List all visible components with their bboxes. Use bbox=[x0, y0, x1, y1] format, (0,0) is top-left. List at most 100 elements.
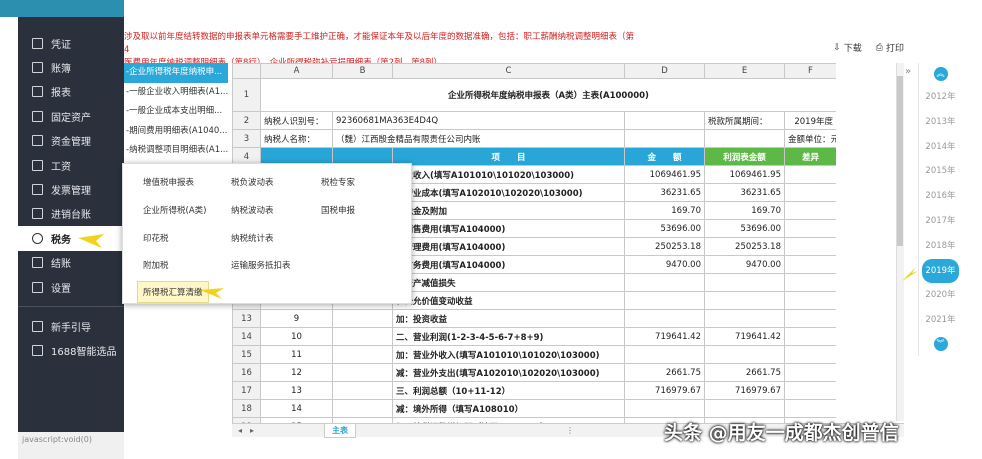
item-cell[interactable]: ：资产减值损失 bbox=[392, 273, 625, 292]
taxpayer-name-value[interactable]: （魏）江西殷金精品有限责任公司内账 bbox=[332, 129, 625, 148]
amount-cell[interactable]: 250253.18 bbox=[624, 237, 705, 256]
tax-menu-item[interactable]: 国税申报 bbox=[321, 204, 355, 216]
amount-cell[interactable]: 1069461.95 bbox=[624, 165, 705, 184]
profit-amount-cell[interactable]: 169.70 bbox=[704, 201, 785, 220]
amount-cell[interactable] bbox=[624, 273, 705, 292]
difference-cell[interactable] bbox=[784, 273, 836, 292]
profit-amount-cell[interactable]: 250253.18 bbox=[704, 237, 785, 256]
item-cell[interactable]: 营业收入(填写A101010\101020\103000) bbox=[392, 165, 625, 184]
item-cell[interactable]: 减：营业外支出(填写A102010\102020\103000) bbox=[392, 363, 625, 382]
next-sheet-icon[interactable]: ▸ bbox=[250, 426, 254, 435]
column-header[interactable]: B bbox=[332, 63, 393, 79]
sidebar-item-10[interactable]: 设置 bbox=[18, 275, 124, 299]
year-item[interactable]: 2012年 bbox=[919, 85, 962, 110]
item-cell[interactable]: 加：投资收益 bbox=[392, 309, 625, 328]
cell-b[interactable] bbox=[332, 309, 393, 328]
item-cell[interactable]: 三、利润总额（10+11-12） bbox=[392, 381, 625, 400]
sidebar-item-2[interactable]: 报表 bbox=[18, 80, 124, 104]
year-item[interactable]: 2014年 bbox=[919, 135, 962, 160]
item-cell[interactable]: ：税金及附加 bbox=[392, 201, 625, 220]
amount-cell[interactable] bbox=[624, 399, 705, 418]
difference-cell[interactable] bbox=[784, 255, 836, 274]
sheet-tab-main[interactable]: 主表 bbox=[324, 423, 357, 438]
item-cell[interactable]: 二、营业利润(1-2-3-4-5-6-7+8+9) bbox=[392, 327, 625, 346]
column-header[interactable]: D bbox=[624, 63, 705, 79]
difference-cell[interactable] bbox=[784, 237, 836, 256]
item-cell[interactable]: 减：境外所得（填写A108010） bbox=[392, 399, 625, 418]
amount-cell[interactable]: 53696.00 bbox=[624, 219, 705, 238]
profit-amount-cell[interactable]: 53696.00 bbox=[704, 219, 785, 238]
row-number[interactable]: 13 bbox=[232, 309, 261, 328]
amount-cell[interactable] bbox=[624, 291, 705, 310]
column-header[interactable]: E bbox=[704, 63, 785, 79]
empty-cell[interactable] bbox=[624, 111, 705, 130]
amount-cell[interactable]: 169.70 bbox=[624, 201, 705, 220]
item-cell[interactable]: ：销售费用(填写A104000) bbox=[392, 219, 625, 238]
corner-cell[interactable] bbox=[232, 63, 261, 79]
amount-cell[interactable]: 2661.75 bbox=[624, 363, 705, 382]
sidebar-item-5[interactable]: 工资 bbox=[18, 153, 124, 177]
prev-sheet-icon[interactable]: ◂ bbox=[238, 426, 242, 435]
row-number[interactable]: 14 bbox=[232, 327, 261, 346]
collapse-panel-icon[interactable]: » bbox=[905, 66, 911, 77]
tax-menu-item[interactable]: 印花税 bbox=[143, 232, 169, 244]
item-cell[interactable]: ：营业成本(填写A102010\102020\103000) bbox=[392, 183, 625, 202]
tax-menu-item[interactable]: 运输服务抵扣表 bbox=[231, 259, 291, 271]
difference-cell[interactable] bbox=[784, 165, 836, 184]
report-title[interactable]: 企业所得税年度纳税申报表（A类）主表(A100000) bbox=[260, 78, 836, 112]
item-header[interactable]: 项 目 bbox=[392, 147, 625, 166]
tax-menu-item[interactable]: 税检专家 bbox=[321, 176, 355, 188]
year-item[interactable]: 2019年 bbox=[922, 258, 959, 284]
sidebar-item-0[interactable]: 凭证 bbox=[18, 31, 124, 55]
sheet-list-item[interactable]: -纳税调整项目明细表(A1... bbox=[124, 141, 228, 161]
year-item[interactable]: 2020年 bbox=[919, 283, 962, 308]
sheet-list-item[interactable]: -一般企业成本支出明细... bbox=[124, 102, 228, 122]
chevron-down-icon[interactable]: ︾ bbox=[933, 336, 948, 351]
item-cell[interactable]: ：管理费用(填写A104000) bbox=[392, 237, 625, 256]
year-item[interactable]: 2013年 bbox=[919, 110, 962, 135]
taxpayer-id-label[interactable]: 纳税人识别号： bbox=[260, 111, 333, 130]
more-icon[interactable]: ⋮ bbox=[566, 426, 574, 435]
year-item[interactable]: 2017年 bbox=[919, 209, 962, 234]
difference-cell[interactable] bbox=[784, 345, 836, 364]
row-number[interactable]: 16 bbox=[232, 363, 261, 382]
difference-cell[interactable] bbox=[784, 291, 836, 310]
row-number[interactable]: 18 bbox=[232, 399, 261, 418]
sidebar-item-9[interactable]: 结账 bbox=[18, 251, 124, 275]
row-number[interactable]: 3 bbox=[232, 129, 261, 148]
cell-b[interactable] bbox=[332, 345, 393, 364]
sidebar-item-1[interactable]: 账簿 bbox=[18, 55, 124, 79]
column-header[interactable]: A bbox=[260, 63, 333, 79]
sidebar-item-6[interactable]: 发票管理 bbox=[18, 177, 124, 201]
sidebar-item-8[interactable]: 税务 bbox=[18, 226, 124, 251]
amount-cell[interactable] bbox=[624, 309, 705, 328]
row-number[interactable]: 2 bbox=[232, 111, 261, 130]
difference-cell[interactable] bbox=[784, 327, 836, 346]
download-button[interactable]: ⇩ 下载 bbox=[833, 41, 862, 55]
sidebar-item-7[interactable]: 进销台账 bbox=[18, 202, 124, 226]
amount-header[interactable]: 金 额 bbox=[624, 147, 705, 166]
cell-a[interactable]: 12 bbox=[260, 363, 333, 382]
year-item[interactable]: 2016年 bbox=[919, 184, 962, 209]
amount-cell[interactable] bbox=[624, 345, 705, 364]
difference-cell[interactable] bbox=[784, 363, 836, 382]
column-header[interactable]: C bbox=[392, 63, 625, 79]
period-label[interactable]: 税款所属期间： bbox=[704, 111, 785, 130]
tax-menu-item[interactable]: 企业所得税(A类) bbox=[143, 204, 206, 216]
sheet-list-item[interactable]: -一般企业收入明细表(A1... bbox=[124, 83, 228, 103]
difference-cell[interactable] bbox=[784, 183, 836, 202]
amount-cell[interactable]: 9470.00 bbox=[624, 255, 705, 274]
unit-label[interactable]: 金额单位：元 bbox=[784, 129, 836, 148]
scrollbar-thumb[interactable] bbox=[897, 76, 903, 246]
difference-header[interactable]: 差异 bbox=[784, 147, 836, 166]
profit-amount-cell[interactable]: 719641.42 bbox=[704, 327, 785, 346]
sheet-list-item[interactable]: -企业所得税年度纳税申... bbox=[124, 63, 228, 83]
profit-amount-cell[interactable] bbox=[704, 309, 785, 328]
row-number[interactable]: 1 bbox=[232, 78, 261, 112]
print-button[interactable]: ⎙ 打印 bbox=[876, 41, 904, 55]
sidebar-item-3[interactable]: 固定资产 bbox=[18, 104, 124, 128]
amount-cell[interactable]: 36231.65 bbox=[624, 183, 705, 202]
amount-cell[interactable]: 719641.42 bbox=[624, 327, 705, 346]
profit-amount-header[interactable]: 利润表金额 bbox=[704, 147, 785, 166]
tax-menu-item[interactable]: 增值税申报表 bbox=[143, 176, 194, 188]
